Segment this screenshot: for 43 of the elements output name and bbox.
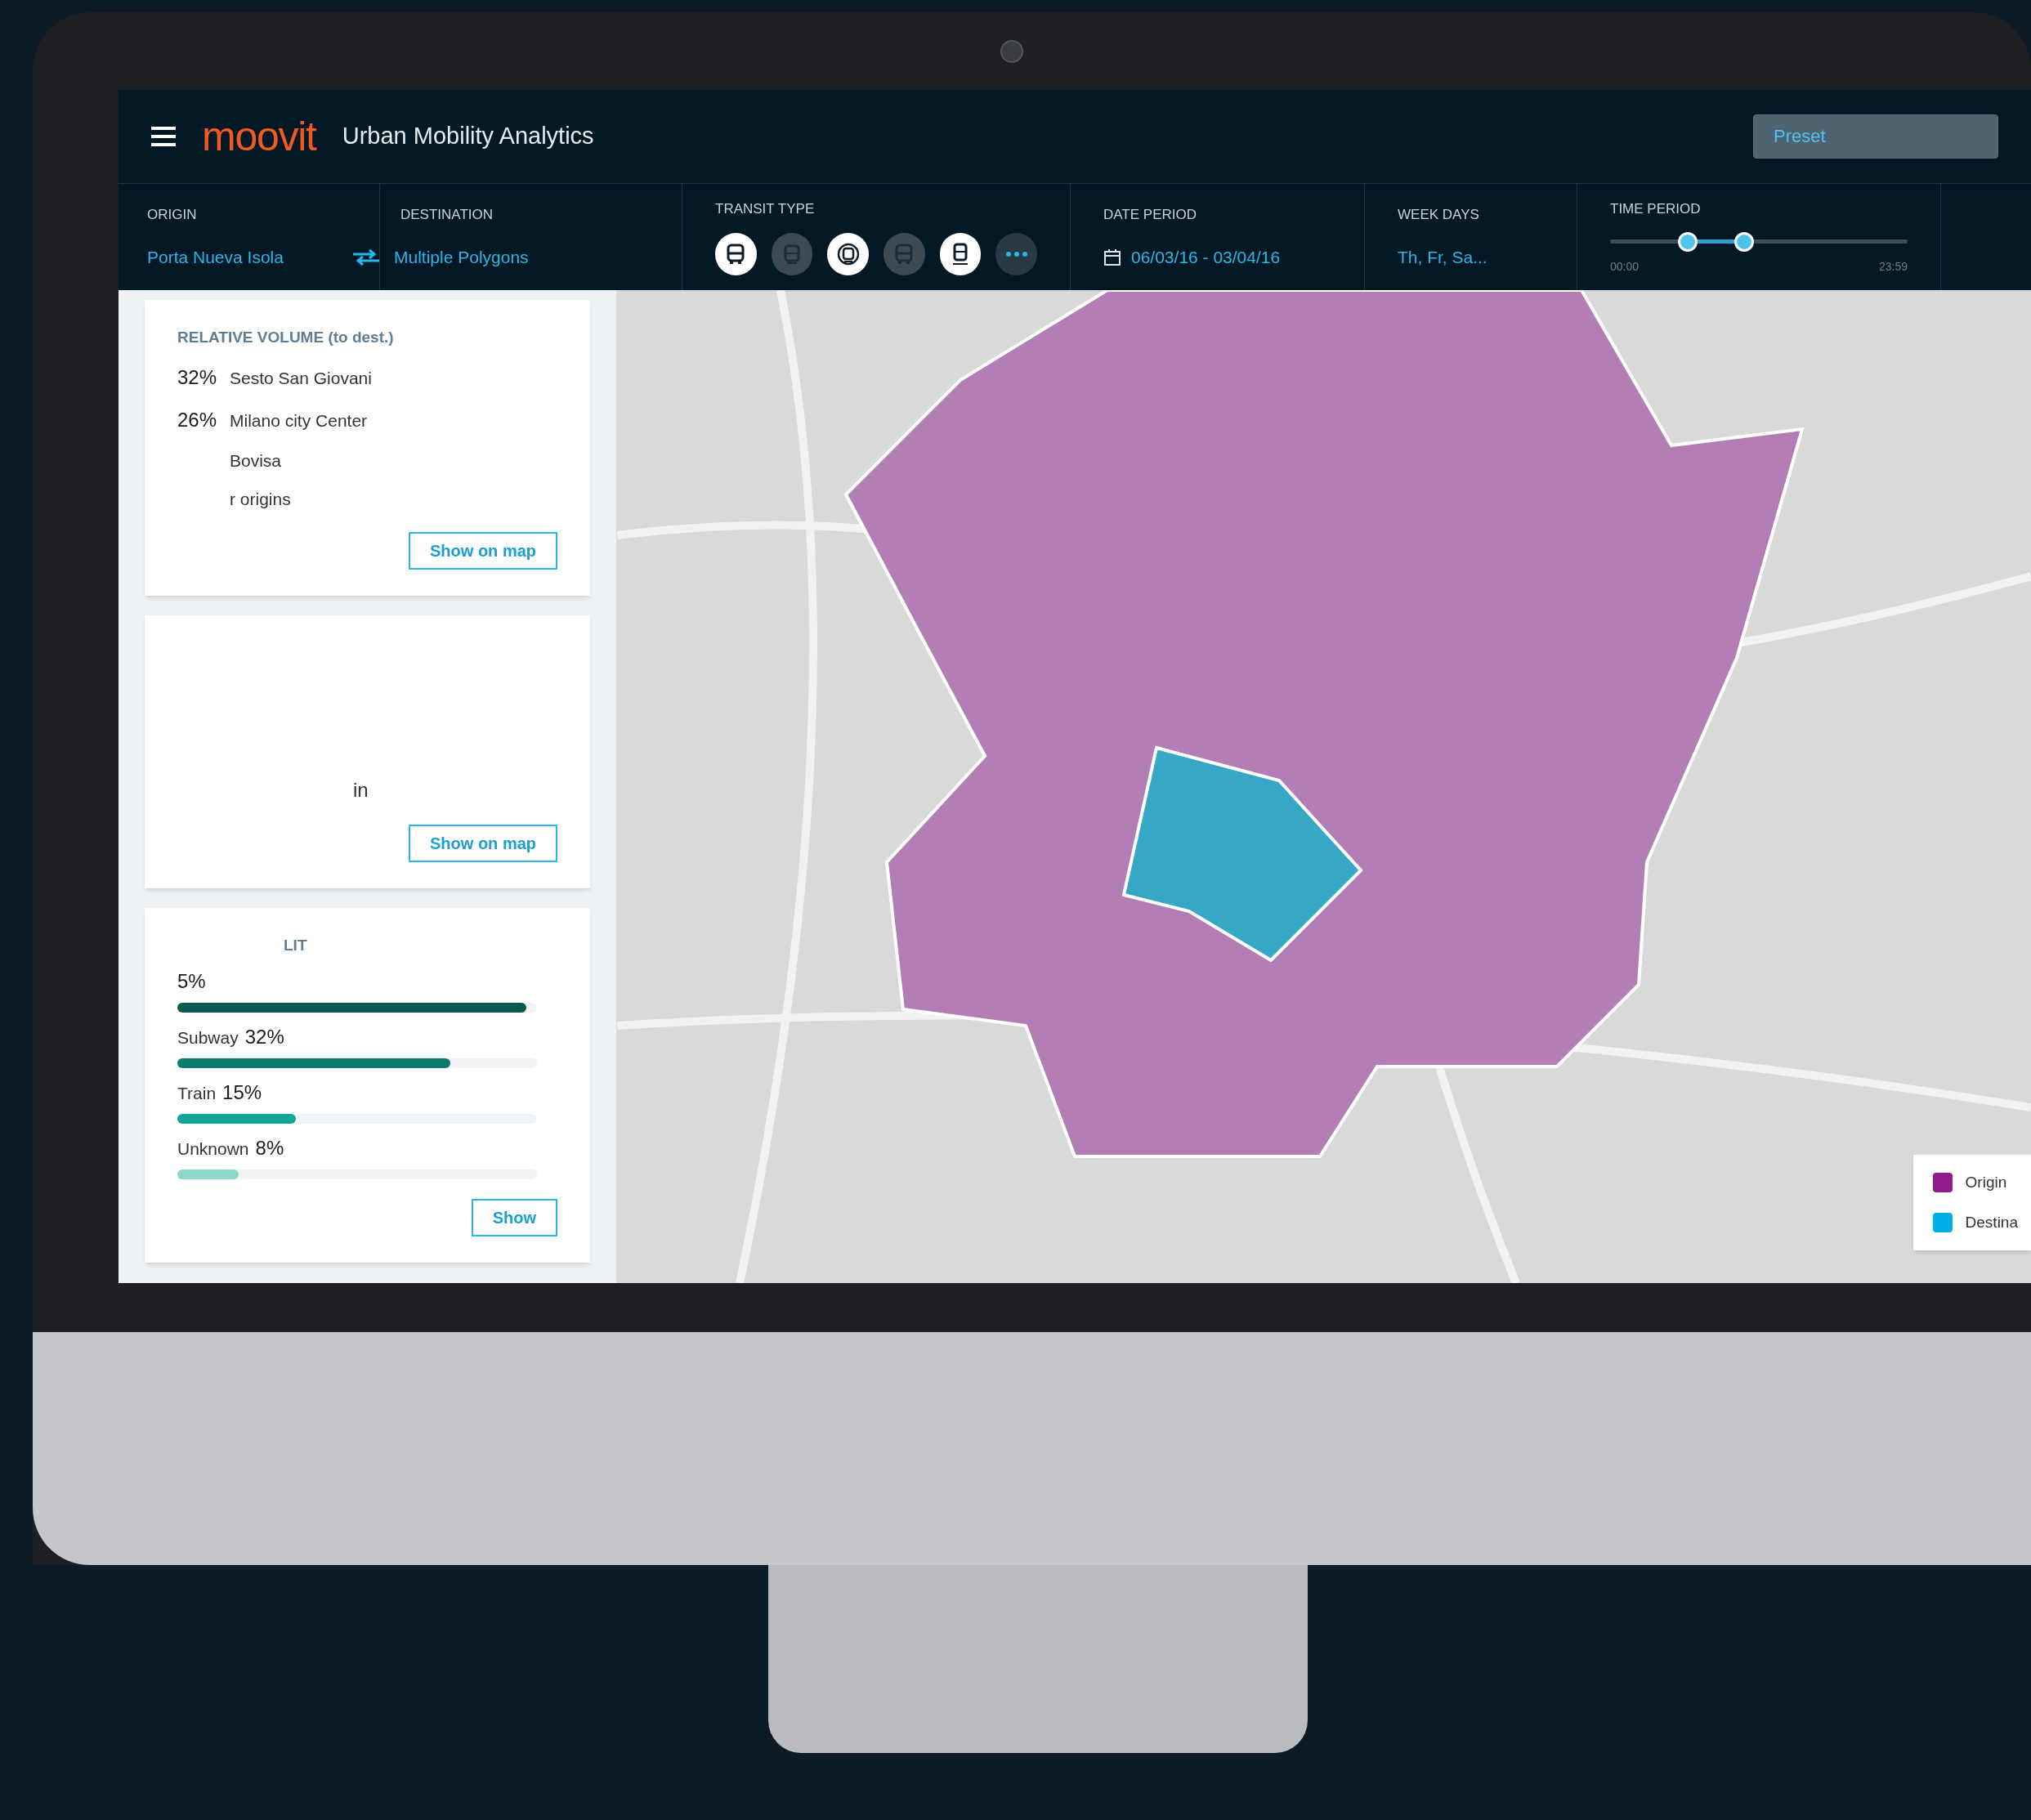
percentage: 32%: [244, 1025, 284, 1049]
legend-label: Origin: [1965, 1173, 2007, 1192]
card-text: in: [353, 777, 369, 803]
filter-label: DESTINATION: [400, 205, 494, 224]
percentage: 5%: [177, 969, 206, 994]
percentage: 32%: [177, 364, 217, 390]
preset-field[interactable]: Preset: [1753, 114, 1998, 159]
filter-label: TRANSIT TYPE: [715, 200, 816, 219]
bus-button[interactable]: [715, 232, 757, 275]
time-max: 23:59: [1878, 259, 1908, 275]
more-icon: [1005, 251, 1027, 257]
calendar-icon: [1103, 248, 1121, 266]
filter-label: TIME PERIOD: [1610, 199, 1702, 218]
date-value[interactable]: 06/03/16 - 03/04/16: [1131, 244, 1281, 271]
filter-label: WEEK DAYS: [1398, 205, 1480, 224]
destination-value[interactable]: Multiple Polygons: [394, 244, 529, 271]
place-name: r origins: [230, 489, 291, 510]
card-title: RELATIVE VOLUME (to dest.): [177, 328, 395, 347]
percentage: 15%: [222, 1080, 262, 1105]
menu-icon[interactable]: [151, 127, 176, 146]
filter-label: ORIGIN: [147, 205, 198, 224]
place-name: Sesto San Giovani: [230, 367, 372, 389]
card-title: LIT: [283, 935, 308, 955]
slider-range: [1697, 239, 1734, 244]
weekdays-value[interactable]: Th, Fr, Sa...: [1398, 244, 1544, 271]
percentage: 8%: [255, 1136, 284, 1160]
percentage: 26%: [177, 407, 217, 432]
origin-value[interactable]: Porta Nueva Isola: [147, 244, 351, 271]
place-name: Milano city Center: [230, 409, 368, 432]
camera-icon: [1000, 39, 1023, 63]
filter-label: DATE PERIOD: [1103, 205, 1197, 224]
legend-label: Destina: [1965, 1212, 2018, 1232]
swap-icon[interactable]: [351, 248, 381, 266]
time-min: 00:00: [1610, 259, 1640, 275]
slider-thumb[interactable]: [1677, 232, 1698, 253]
place-name: Bovisa: [230, 449, 282, 472]
app-title: Urban Mobility Analytics: [342, 122, 594, 151]
subway-button[interactable]: [827, 232, 869, 275]
logo: moovit: [202, 116, 316, 157]
mode-name: Unknown: [177, 1138, 249, 1160]
mode-name: Subway: [177, 1027, 239, 1049]
mode-name: Train: [177, 1083, 217, 1104]
slider-thumb[interactable]: [1734, 232, 1754, 253]
